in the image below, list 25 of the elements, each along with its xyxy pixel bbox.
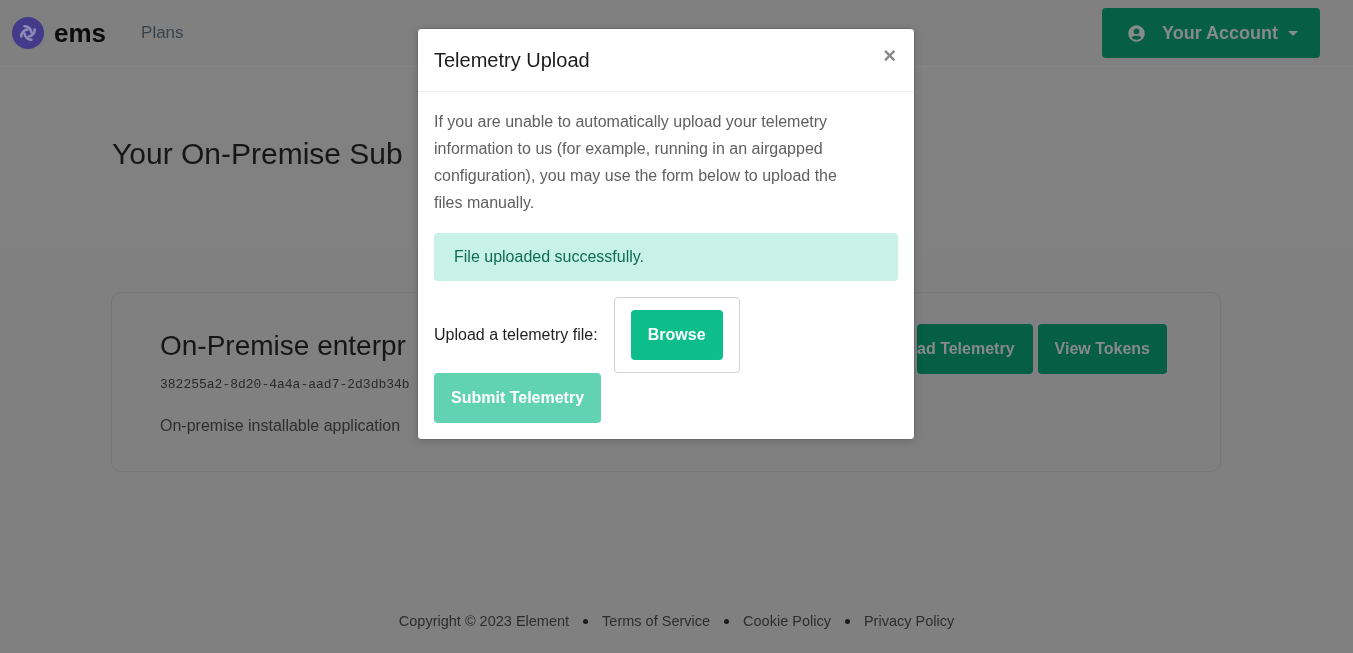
page-title: Your On-Premise Sub [112,135,403,172]
subscription-title: On-Premise enterpr [160,329,407,363]
copyright-text: Copyright © 2023 Element [398,612,570,631]
footer-link[interactable]: Terms of Service [602,610,711,632]
subscription-description: On-premise installable application [160,416,402,436]
modal-title: Telemetry Upload [434,48,590,72]
bullet-icon [844,618,850,624]
view-tokens-button[interactable]: View Tokens [1037,324,1167,374]
bullet-icon [583,618,589,624]
footer-link[interactable]: Privacy Policy [863,610,955,632]
logo-text[interactable]: ems [54,18,107,48]
account-button[interactable]: Your Account [1102,8,1320,58]
file-input-field[interactable]: Browse [613,297,740,373]
success-alert: File uploaded successfully. [434,233,898,281]
upload-label: Upload a telemetry file: [434,326,598,344]
subscription-id: 382255a2-8d20-4a4a-aad7-2d3db34b [160,376,410,394]
nav-link[interactable]: Plans [141,23,184,43]
browse-button[interactable]: Browse [630,310,723,360]
caret-icon [1288,30,1298,36]
close-button[interactable]: × [881,45,898,67]
bullet-icon [724,618,730,624]
telemetry-button[interactable]: ad Telemetry [917,324,1033,374]
modal-description: If you are unable to automatically upload your telemetry information to us (for example, running in an airgapped configuration), you may use the form below to upload the files manually. [434,112,838,213]
footer-link[interactable]: Cookie Policy [743,610,831,632]
logo-icon [12,17,44,49]
